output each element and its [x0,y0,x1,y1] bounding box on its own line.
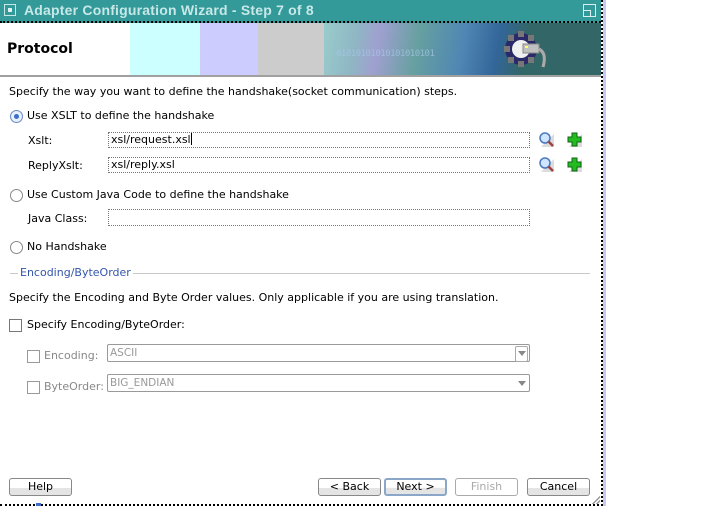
encoding-selected-value: ASCII [110,347,138,359]
java-class-input[interactable] [108,209,530,226]
radio-no-handshake[interactable] [10,241,23,254]
maximize-icon[interactable] [583,4,596,17]
encoding-section-title: Encoding/ByteOrder [18,266,133,279]
back-button[interactable]: < Back [318,478,381,496]
byteorder-checkbox[interactable] [27,381,40,394]
encoding-label: Encoding: [44,349,99,362]
xslt-label: Xslt: [28,134,53,147]
reply-xslt-label: ReplyXslt: [28,159,83,172]
next-button-label: Next > [396,480,435,493]
help-button-label: Help [27,480,54,493]
wizard-banner: Protocol 01010101010101010101 [0,23,601,77]
specify-encoding-label[interactable]: Specify Encoding/ByteOrder: [27,318,185,331]
banner-binary-text: 01010101010101010101 [336,49,435,59]
byteorder-selected-value: BIG_ENDIAN [110,377,175,389]
reply-xslt-value: xsl/reply.xsl [111,158,175,171]
add-icon[interactable] [566,156,584,174]
xslt-value: xsl/request.xsl [111,133,191,146]
banner-strip [258,23,324,75]
cancel-button-label: Cancel [539,480,578,493]
back-button-label: < Back [329,480,370,493]
reply-xslt-input[interactable]: xsl/reply.xsl [108,157,530,173]
banner-strip [200,23,258,75]
resize-grip-icon[interactable] [592,496,600,504]
radio-use-xslt[interactable] [10,110,23,123]
specify-encoding-checkbox[interactable] [9,319,22,332]
encoding-select[interactable]: ASCII [107,344,530,362]
text-cursor [190,133,192,145]
search-icon[interactable] [538,156,556,174]
banner-strip [130,23,200,75]
wizard-window: Adapter Configuration Wizard - Step 7 of… [0,0,603,506]
encoding-checkbox[interactable] [27,350,40,363]
xslt-input[interactable]: xsl/request.xsl [108,132,530,148]
gear-plug-icon [504,31,546,68]
window-edge [603,0,606,506]
byteorder-label: ByteOrder: [44,380,104,393]
window-menu-icon[interactable] [4,4,16,16]
radio-use-xslt-label[interactable]: Use XSLT to define the handshake [27,109,214,122]
help-button[interactable]: Help [9,478,72,496]
page-title: Protocol [7,41,73,57]
encoding-instruction: Specify the Encoding and Byte Order valu… [9,291,499,304]
chevron-down-icon [518,351,526,356]
byteorder-select[interactable]: BIG_ENDIAN [107,374,530,392]
title-bar[interactable]: Adapter Configuration Wizard - Step 7 of… [0,0,601,23]
radio-custom-java[interactable] [10,189,23,202]
cancel-button[interactable]: Cancel [527,478,590,496]
java-class-label: Java Class: [28,212,88,225]
radio-no-handshake-label[interactable]: No Handshake [27,240,107,253]
chevron-down-icon [518,381,526,386]
handshake-instruction: Specify the way you want to define the h… [9,85,458,98]
search-icon[interactable] [538,131,556,149]
finish-button[interactable]: Finish [455,478,518,496]
finish-button-label: Finish [470,480,503,493]
window-title: Adapter Configuration Wizard - Step 7 of… [24,2,314,18]
add-icon[interactable] [566,131,584,149]
radio-custom-java-label[interactable]: Use Custom Java Code to define the hands… [27,188,289,201]
next-button[interactable]: Next > [384,478,447,496]
